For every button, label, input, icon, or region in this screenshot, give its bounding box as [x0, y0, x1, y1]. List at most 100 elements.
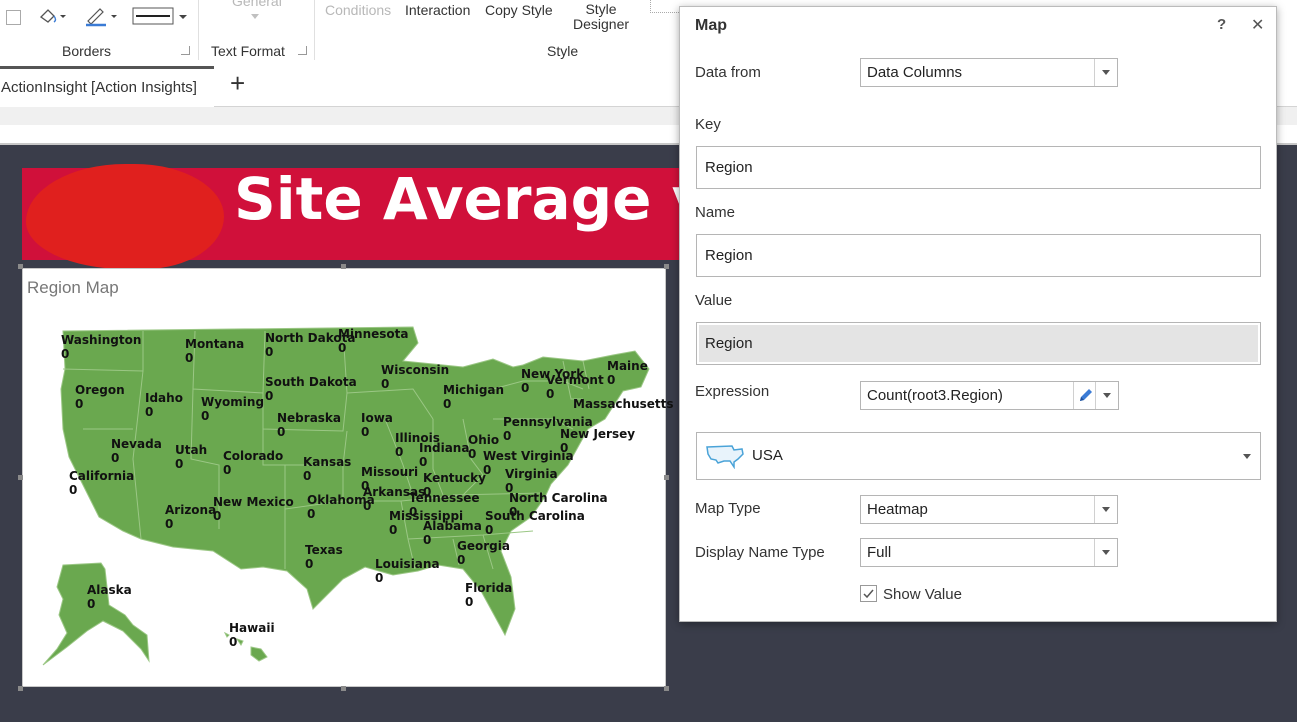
style-designer-line1: Style: [585, 1, 617, 17]
state-name: Montana: [185, 337, 245, 351]
state-label-oregon: Oregon 0: [75, 383, 125, 411]
state-label-nebraska: Nebraska 0: [277, 411, 341, 439]
state-label-hawaii: Hawaii 0: [229, 621, 275, 649]
text-format-launcher-icon[interactable]: [298, 46, 307, 55]
state-value: 0: [175, 457, 184, 471]
state-name: Indiana: [419, 441, 470, 455]
data-from-value: Data Columns: [867, 64, 963, 81]
value-field-selected: [699, 325, 1258, 362]
show-value-checkbox[interactable]: [860, 585, 877, 602]
state-label-wyoming: Wyoming 0: [201, 395, 264, 423]
state-name: Arizona: [165, 503, 217, 517]
chevron-down-icon[interactable]: [251, 14, 259, 19]
state-value: 0: [229, 635, 238, 649]
display-name-type-select[interactable]: Full: [860, 538, 1118, 567]
state-name: Maine: [607, 359, 648, 373]
fill-color-icon[interactable]: [38, 5, 68, 27]
state-name: Kentucky: [423, 471, 486, 485]
state-name: Tennessee: [409, 491, 480, 505]
data-from-label: Data from: [695, 64, 761, 81]
state-label-washington: Washington 0: [61, 333, 141, 361]
state-label-massachusetts: Massachusetts: [573, 397, 674, 411]
state-name: Nevada: [111, 437, 162, 451]
state-name: Ohio: [468, 433, 500, 447]
expression-value: Count(root3.Region): [867, 387, 1003, 404]
ribbon-separator: [198, 0, 199, 60]
chevron-down-icon[interactable]: [1094, 496, 1117, 523]
dialog-title: Map: [695, 17, 727, 34]
interaction-button[interactable]: Interaction: [405, 2, 470, 18]
group-label-text-format: Text Format: [211, 43, 285, 59]
map-type-select[interactable]: Heatmap: [860, 495, 1118, 524]
general-format-dropdown[interactable]: General: [232, 0, 282, 9]
resize-handle[interactable]: [18, 475, 23, 480]
state-value: 0: [277, 425, 286, 439]
state-value: 0: [607, 373, 616, 387]
border-checkbox[interactable]: [6, 10, 21, 25]
state-name: Michigan: [443, 383, 505, 397]
resize-handle[interactable]: [341, 686, 346, 691]
pencil-icon[interactable]: [1073, 382, 1096, 409]
state-label-louisiana: Louisiana 0: [375, 557, 440, 585]
data-from-select[interactable]: Data Columns: [860, 58, 1118, 87]
state-name: Louisiana: [375, 557, 440, 571]
copy-style-button[interactable]: Copy Style: [485, 2, 553, 18]
resize-handle[interactable]: [664, 264, 669, 269]
state-value: 0: [69, 483, 78, 497]
state-label-kansas: Kansas 0: [303, 455, 351, 483]
group-label-style: Style: [547, 43, 579, 59]
resize-handle[interactable]: [18, 686, 23, 691]
state-value: 0: [465, 595, 474, 609]
state-label-utah: Utah 0: [175, 443, 207, 471]
region-map-widget[interactable]: Region Map Washington 0 Montana 0 North …: [22, 268, 674, 687]
value-value: Region: [705, 335, 753, 352]
state-name: Wyoming: [201, 395, 265, 409]
map-region-select[interactable]: USA: [696, 432, 1261, 480]
state-value: 0: [201, 409, 210, 423]
state-label-south-dakota: South Dakota 0: [265, 375, 357, 403]
help-button[interactable]: ?: [1217, 16, 1226, 33]
line-color-icon[interactable]: [84, 5, 122, 27]
add-tab-button[interactable]: +: [230, 68, 245, 98]
state-name: Alaska: [87, 583, 132, 597]
tab-action-insight[interactable]: ActionInsight [Action Insights]: [0, 66, 214, 108]
state-value: 0: [381, 377, 390, 391]
state-value: 0: [338, 341, 347, 355]
resize-handle[interactable]: [664, 686, 669, 691]
chevron-down-icon[interactable]: [1095, 382, 1118, 409]
state-name: New Jersey: [560, 427, 636, 441]
state-label-georgia: Georgia 0: [457, 539, 510, 567]
resize-handle[interactable]: [18, 264, 23, 269]
state-value: 0: [75, 397, 84, 411]
conditions-button[interactable]: Conditions: [325, 2, 391, 18]
resize-handle[interactable]: [664, 475, 669, 480]
key-label: Key: [695, 116, 721, 133]
state-name: Missouri: [361, 465, 419, 479]
state-label-alaska: Alaska 0: [87, 583, 132, 611]
show-value-label[interactable]: Show Value: [883, 586, 962, 603]
style-designer-line2: Designer: [573, 16, 630, 32]
chevron-down-icon[interactable]: [1094, 59, 1117, 86]
state-name: North Carolina: [509, 491, 608, 505]
chevron-down-icon[interactable]: [1094, 539, 1117, 566]
state-label-texas: Texas 0: [305, 543, 343, 571]
chevron-down-icon[interactable]: [1243, 454, 1251, 459]
line-style-dropdown[interactable]: [132, 5, 192, 27]
borders-launcher-icon[interactable]: [181, 46, 190, 55]
key-field[interactable]: Region: [696, 146, 1261, 189]
expression-select[interactable]: Count(root3.Region): [860, 381, 1119, 410]
value-label: Value: [695, 292, 733, 309]
state-value: 0: [443, 397, 452, 411]
resize-handle[interactable]: [341, 264, 346, 269]
close-button[interactable]: ✕: [1251, 15, 1264, 35]
state-name: Wisconsin: [381, 363, 450, 377]
style-designer-button[interactable]: Style Designer: [573, 2, 629, 32]
state-value: 0: [457, 553, 466, 567]
expression-label: Expression: [695, 383, 770, 400]
state-label-montana: Montana 0: [185, 337, 244, 365]
map-dialog: Map ? ✕ Data from Data Columns Key Regio…: [679, 6, 1277, 622]
name-field[interactable]: Region: [696, 234, 1261, 277]
value-field[interactable]: Region: [696, 322, 1261, 365]
redaction-mark: [26, 164, 224, 269]
state-name: Kansas: [303, 455, 352, 469]
